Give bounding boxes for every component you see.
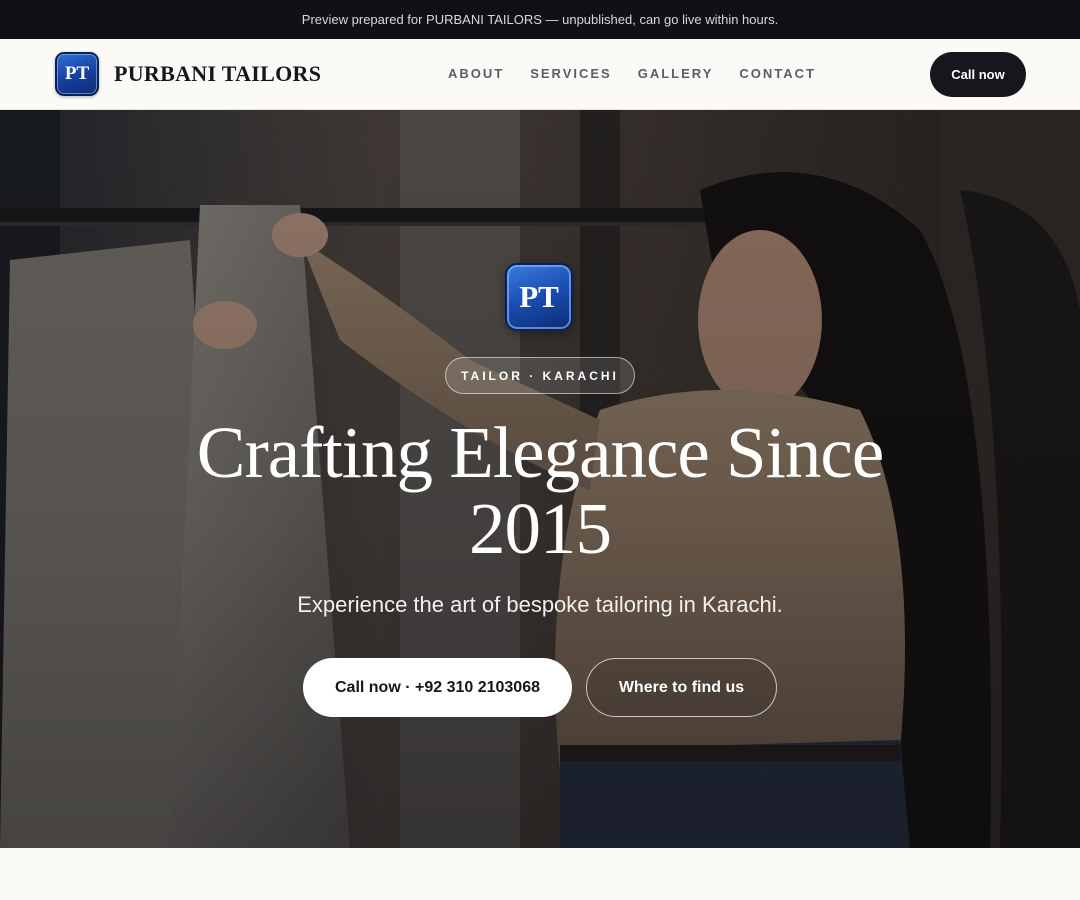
hero-title-line2: 2015 — [469, 488, 612, 569]
nav-gallery[interactable]: GALLERY — [638, 66, 714, 81]
nav-about[interactable]: ABOUT — [448, 66, 504, 81]
brand[interactable]: PT PURBANI TAILORS — [55, 52, 321, 96]
preview-banner-text: Preview prepared for PURBANI TAILORS — u… — [301, 12, 779, 27]
hero-logo: PT — [505, 263, 573, 331]
hero-title: Crafting Elegance Since 2015 — [150, 415, 930, 567]
brand-logo: PT — [55, 52, 99, 96]
header-call-button[interactable]: Call now — [930, 52, 1026, 97]
nav-services[interactable]: SERVICES — [530, 66, 612, 81]
hero-title-line1: Crafting Elegance Since — [196, 412, 884, 493]
nav-contact[interactable]: CONTACT — [739, 66, 816, 81]
main-nav: ABOUT SERVICES GALLERY CONTACT — [448, 66, 816, 81]
location-tag: TAILOR · KARACHI — [445, 357, 635, 394]
brand-logo-text: PT — [64, 63, 90, 84]
brand-name: PURBANI TAILORS — [114, 61, 322, 86]
hero-content: PT TAILOR · KARACHI Crafting Elegance Si… — [0, 110, 1080, 848]
hero-section: PT TAILOR · KARACHI Crafting Elegance Si… — [0, 110, 1080, 848]
location-tag-text: TAILOR · KARACHI — [461, 368, 619, 383]
hero-subtitle: Experience the art of bespoke tailoring … — [297, 592, 783, 617]
hero-logo-text: PT — [519, 279, 559, 314]
find-us-button[interactable]: Where to find us — [586, 658, 777, 717]
preview-banner: Preview prepared for PURBANI TAILORS — u… — [0, 0, 1080, 39]
site-header: PT PURBANI TAILORS ABOUT SERVICES GALLER… — [0, 39, 1080, 110]
call-now-button[interactable]: Call now · +92 310 2103068 — [303, 658, 572, 717]
